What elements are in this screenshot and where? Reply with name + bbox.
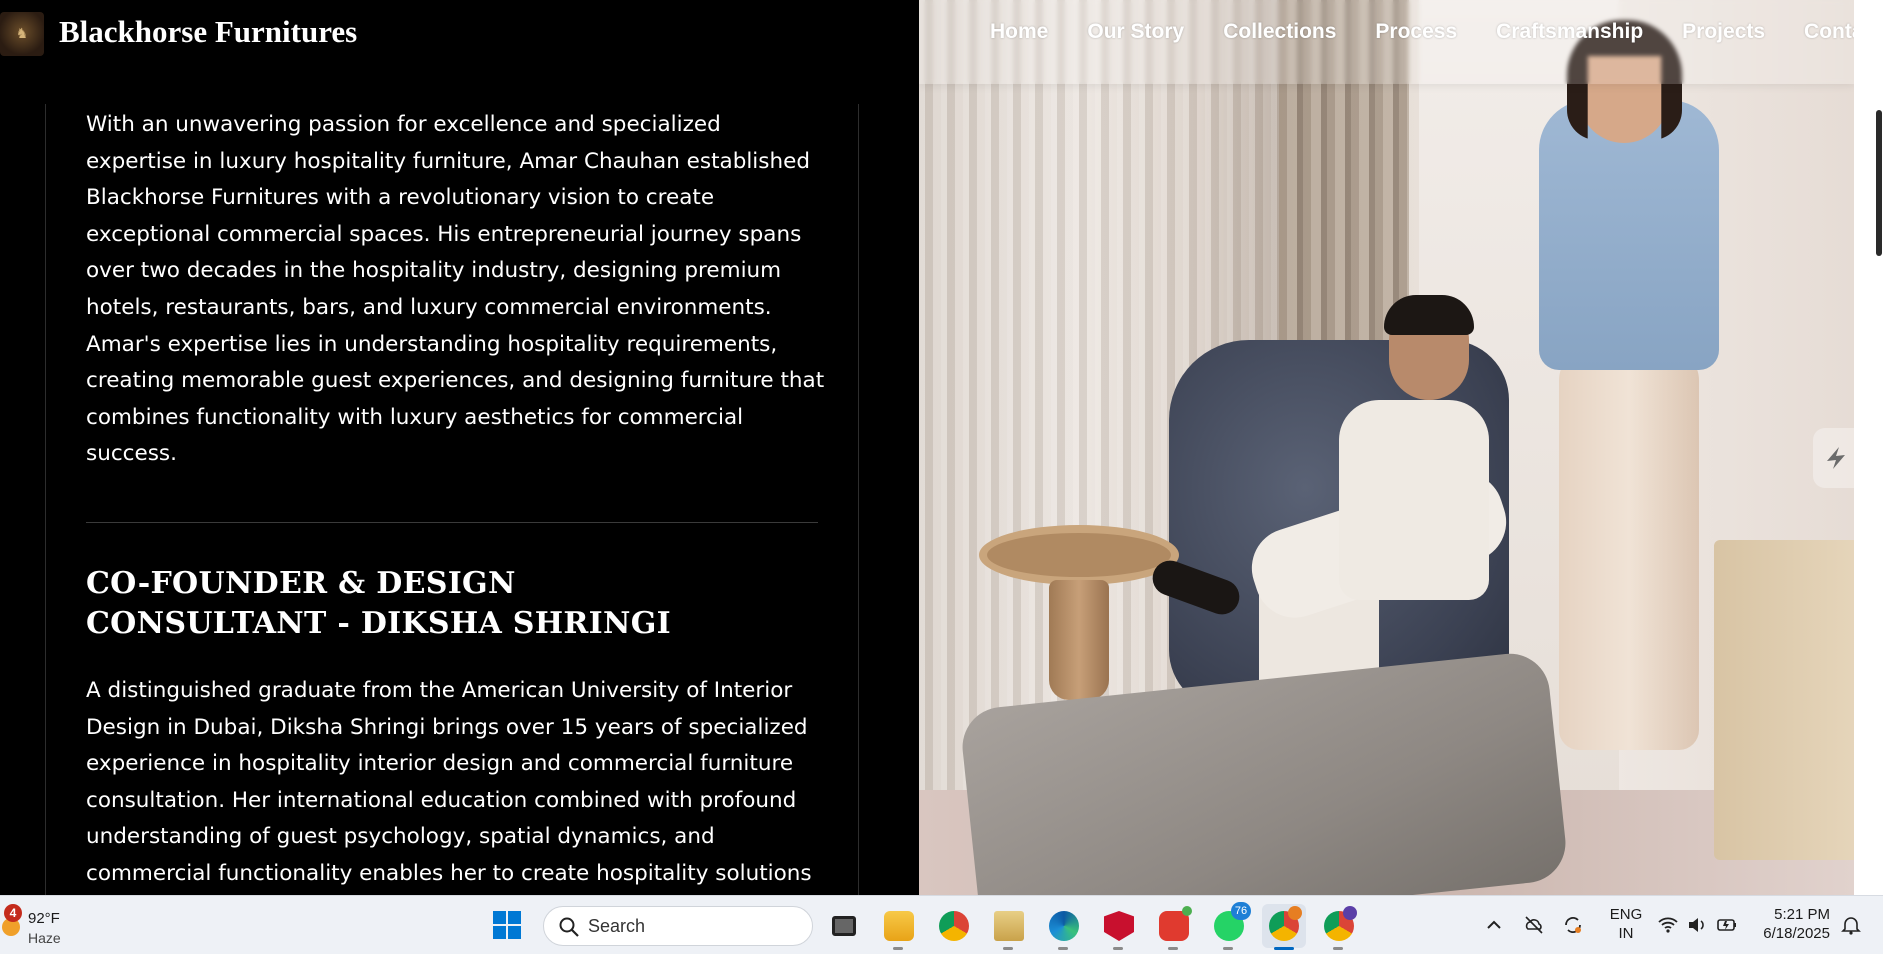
nav-process[interactable]: Process — [1375, 20, 1457, 44]
wifi-icon[interactable] — [1657, 914, 1679, 936]
region-code: IN — [1618, 925, 1634, 942]
folder-icon — [884, 911, 914, 941]
archive-app-button[interactable] — [987, 904, 1031, 950]
wps-office-button[interactable] — [1152, 904, 1196, 950]
whatsapp-button[interactable]: 76 — [1207, 902, 1251, 950]
notification-dot — [1182, 906, 1192, 916]
main-nav: Home Our Story Collections Process Craft… — [990, 20, 1883, 44]
whatsapp-unread-badge: 76 — [1231, 902, 1251, 920]
clock-time: 5:21 PM — [1774, 906, 1830, 923]
profile-avatar-badge — [1288, 906, 1302, 920]
windows-start-button[interactable] — [492, 910, 522, 940]
search-placeholder: Search — [588, 916, 646, 936]
weather-condition: Haze — [28, 930, 61, 946]
system-clock[interactable]: 5:21 PM 6/18/2025 — [1758, 905, 1830, 943]
round-side-table — [979, 525, 1179, 585]
battery-icon[interactable] — [1716, 914, 1738, 936]
woman-pants — [1559, 350, 1699, 750]
file-explorer-button[interactable] — [877, 904, 921, 950]
side-cabinet — [1714, 540, 1854, 860]
mcafee-button[interactable] — [1097, 904, 1141, 950]
profile-avatar-badge — [1343, 906, 1357, 920]
founder-bio-paragraph: With an unwavering passion for excellenc… — [86, 112, 825, 467]
sync-icon[interactable] — [1562, 914, 1584, 936]
lightning-icon — [1827, 447, 1845, 469]
running-indicator — [1223, 947, 1233, 950]
chrome-icon — [939, 911, 969, 941]
notification-bell-icon[interactable] — [1840, 914, 1862, 936]
search-icon — [559, 917, 579, 937]
shield-icon — [1104, 911, 1134, 941]
weather-widget[interactable]: 4 92°F Haze — [2, 902, 92, 948]
windows-taskbar: 4 92°F Haze Search 76 ENG IN 5:21 PM 6/1… — [0, 895, 1883, 954]
task-view-button[interactable] — [822, 904, 866, 948]
weather-temperature: 92°F — [28, 910, 60, 927]
chrome-button[interactable] — [932, 904, 976, 948]
chrome-profile-2-button[interactable] — [1317, 904, 1361, 950]
running-indicator — [1333, 947, 1343, 950]
active-indicator — [1274, 947, 1294, 950]
floating-widget-button[interactable] — [1813, 428, 1859, 488]
nav-home[interactable]: Home — [990, 20, 1048, 44]
archive-icon — [994, 911, 1024, 941]
clock-date: 6/18/2025 — [1763, 925, 1830, 942]
cofounder-bio-paragraph: A distinguished graduate from the Americ… — [86, 678, 812, 886]
running-indicator — [1168, 947, 1178, 950]
section-divider — [86, 522, 818, 523]
cloud-offline-icon[interactable] — [1523, 914, 1545, 936]
windows-logo-icon — [493, 911, 521, 939]
weather-alert-badge: 4 — [4, 904, 22, 922]
nav-our-story[interactable]: Our Story — [1087, 20, 1184, 44]
taskbar-search-box[interactable]: Search — [543, 906, 813, 946]
running-indicator — [893, 947, 903, 950]
nav-projects[interactable]: Projects — [1682, 20, 1765, 44]
language-indicator[interactable]: ENG IN — [1606, 905, 1646, 943]
brand-name[interactable]: Blackhorse Furnitures — [59, 14, 357, 50]
edge-icon — [1049, 911, 1079, 941]
volume-icon[interactable] — [1686, 914, 1708, 936]
side-table-base — [1049, 580, 1109, 700]
scrollbar-thumb[interactable] — [1876, 110, 1882, 256]
website-page: With an unwavering passion for excellenc… — [0, 0, 1883, 895]
nav-craftsmanship[interactable]: Craftsmanship — [1496, 20, 1643, 44]
founders-photo — [919, 0, 1854, 895]
man-white-suit — [1339, 400, 1489, 600]
chrome-profile-1-button[interactable] — [1262, 904, 1306, 950]
brand-logo-icon[interactable]: ♞ — [0, 12, 44, 56]
chevron-up-icon[interactable] — [1483, 914, 1505, 936]
man-hair — [1384, 295, 1474, 335]
language-code: ENG — [1609, 906, 1643, 923]
nav-collections[interactable]: Collections — [1223, 20, 1336, 44]
running-indicator — [1058, 947, 1068, 950]
site-header: ♞ Blackhorse Furnitures Home Our Story C… — [0, 0, 1882, 84]
running-indicator — [1113, 947, 1123, 950]
cofounder-heading: CO-FOUNDER & DESIGN CONSULTANT - DIKSHA … — [86, 566, 671, 641]
running-indicator — [1003, 947, 1013, 950]
edge-button[interactable] — [1042, 904, 1086, 950]
task-view-icon — [832, 916, 856, 936]
